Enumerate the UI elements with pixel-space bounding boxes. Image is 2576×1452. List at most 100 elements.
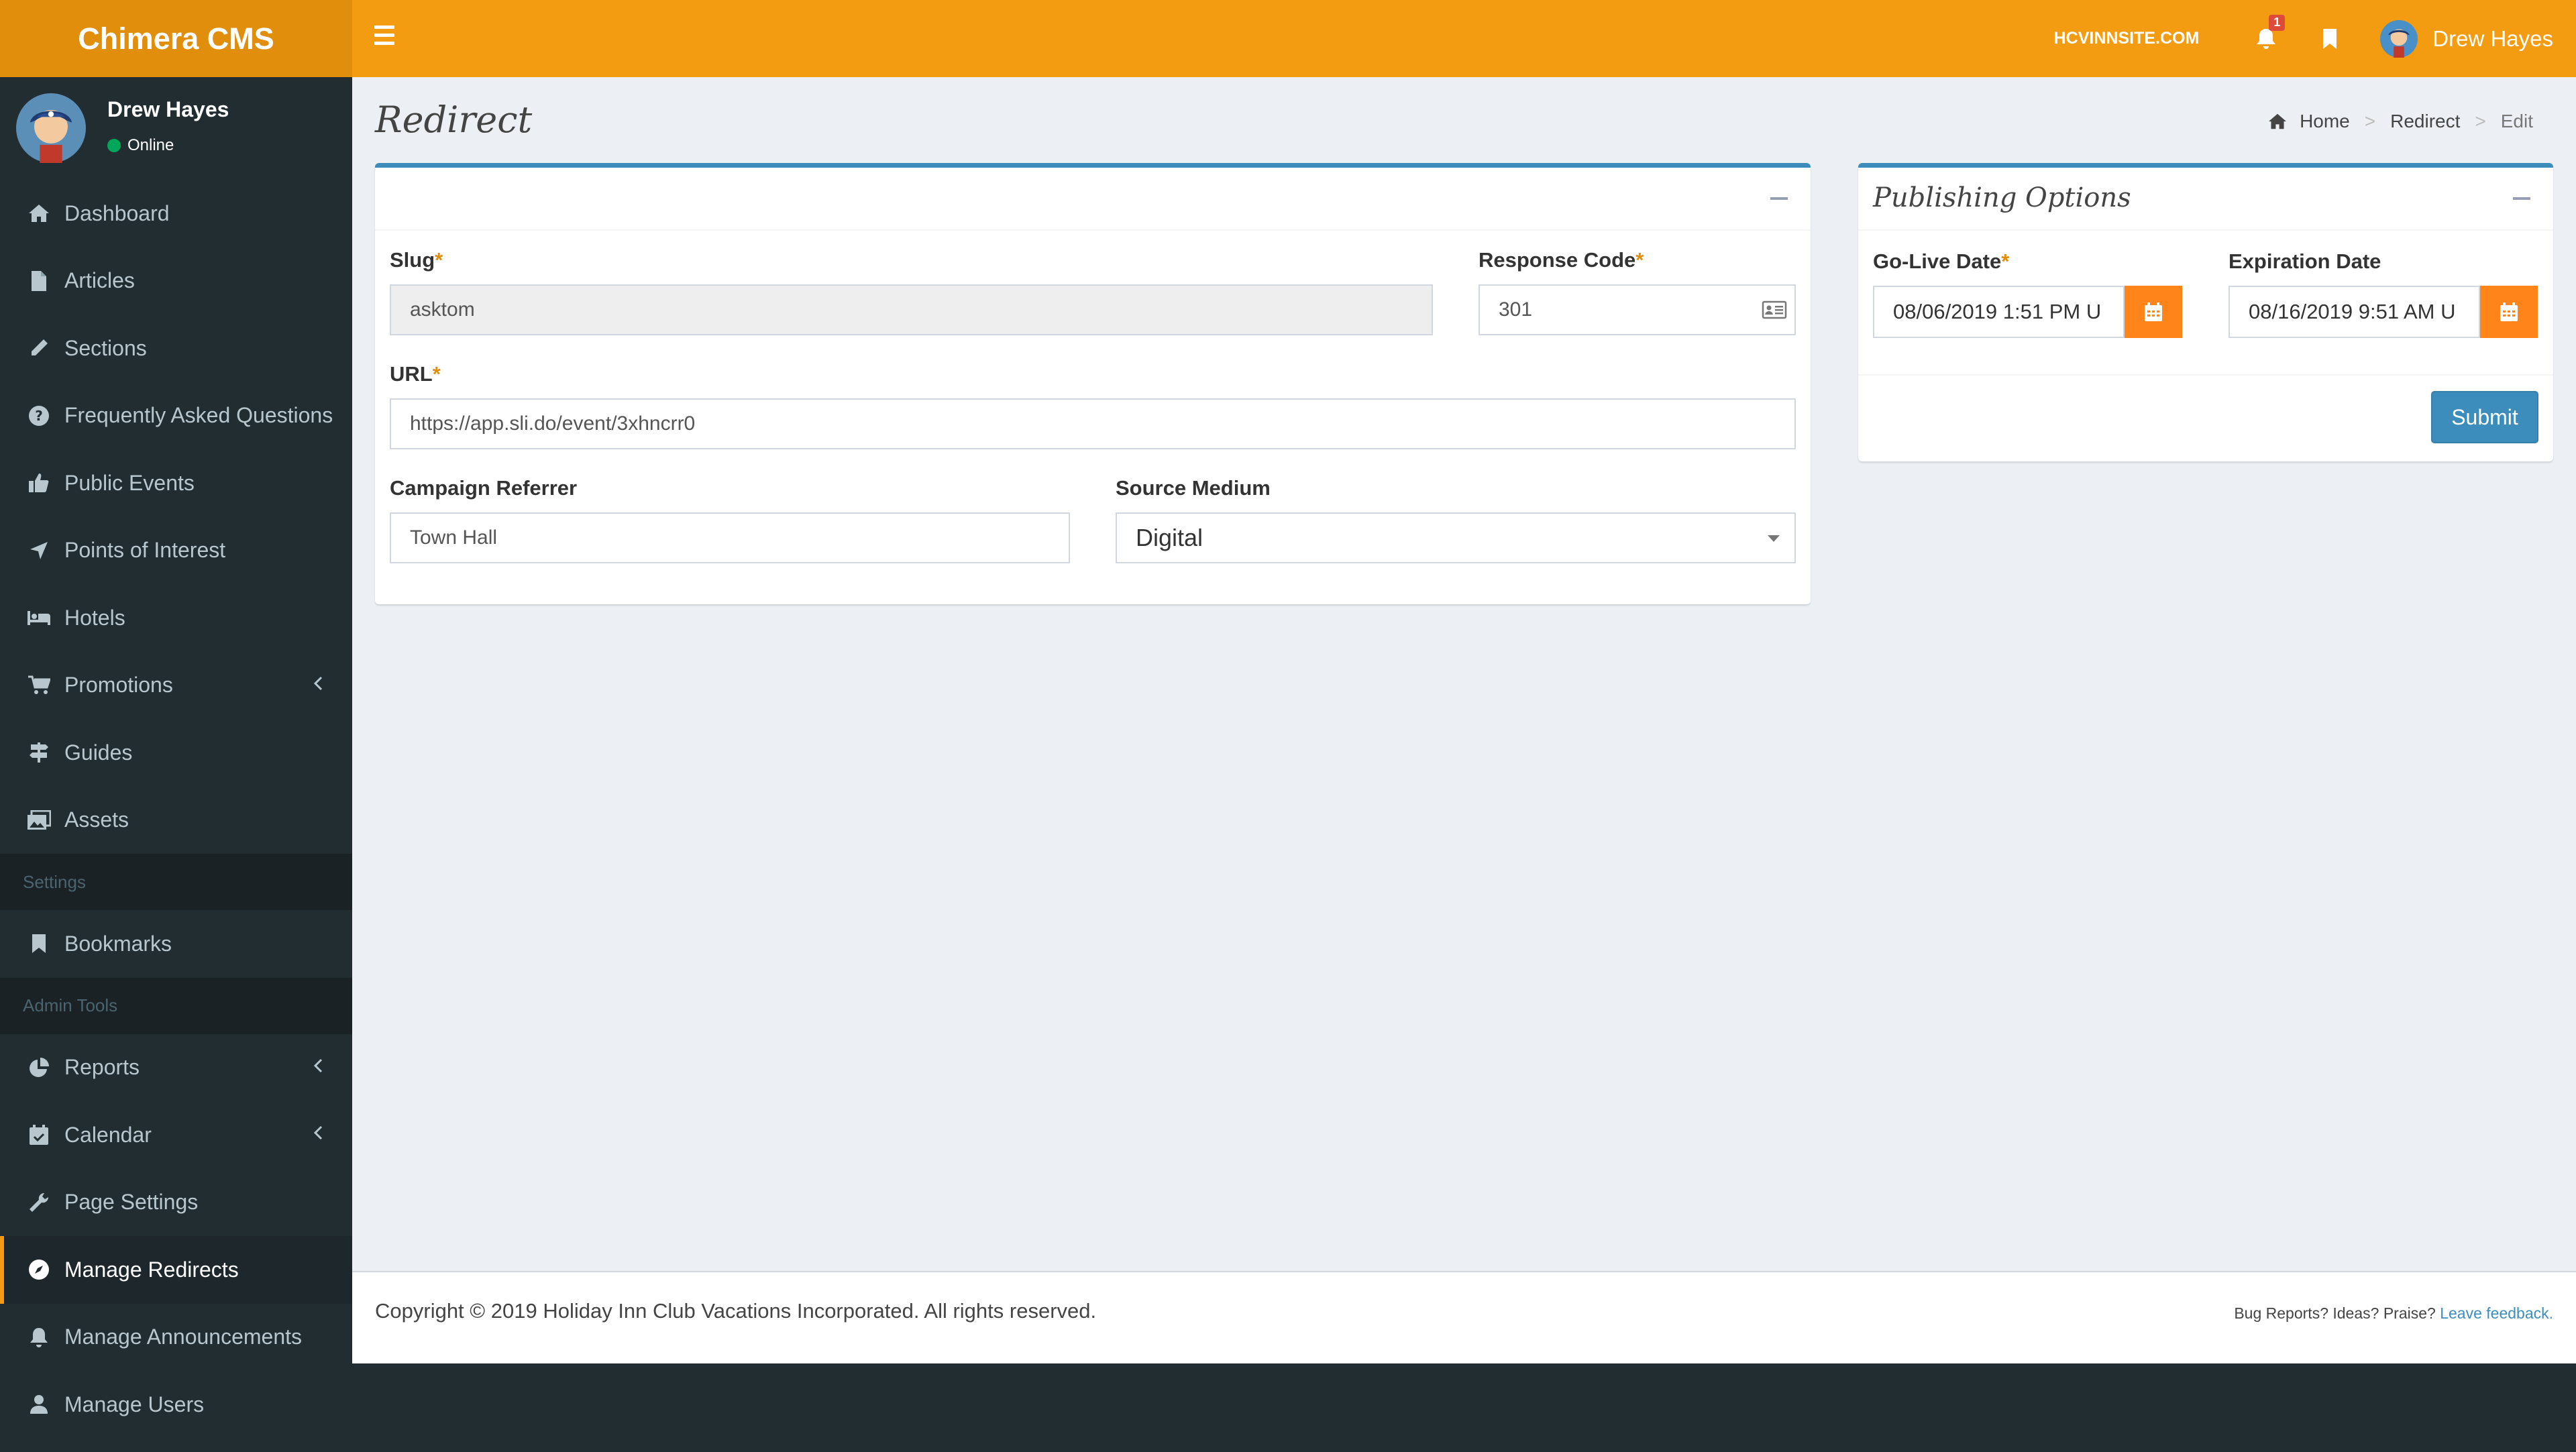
source-medium-group: Source Medium Digital (1116, 476, 1796, 563)
sidebar-item-label: Articles (64, 268, 135, 293)
campaign-referrer-input[interactable]: Town Hall (390, 512, 1070, 563)
file-icon (25, 268, 52, 294)
breadcrumb-separator: > (2364, 111, 2376, 131)
leave-feedback-link[interactable]: Leave feedback. (2440, 1304, 2553, 1322)
sidebar-item-label: Guides (64, 740, 133, 765)
golive-calendar-button[interactable] (2125, 286, 2182, 338)
sidebar-item-reports[interactable]: Reports (0, 1034, 352, 1102)
slug-label: Slug* (390, 248, 443, 272)
sidebar-toggle-icon[interactable] (374, 25, 394, 52)
publishing-box-divider (1858, 374, 2553, 376)
sidebar-user-name: Drew Hayes (107, 97, 229, 121)
sidebar: Drew Hayes Online Dashboard Articles Sec… (0, 77, 352, 1452)
golive-date-label: Go-Live Date* (1873, 249, 2010, 273)
sidebar-item-label: Promotions (64, 673, 173, 697)
sidebar-item-guides[interactable]: Guides (0, 719, 352, 787)
svg-text:?: ? (35, 408, 43, 424)
publishing-options-title: Publishing Options (1873, 182, 2131, 213)
url-input[interactable]: https://app.sli.do/event/3xhncrr0 (390, 398, 1796, 449)
brand-logo[interactable]: Chimera CMS (0, 0, 352, 77)
bookmark-icon[interactable] (2316, 25, 2343, 52)
site-selector[interactable]: HCVINNSITE.COM (2054, 29, 2200, 48)
header-user-name: Drew Hayes (2432, 25, 2553, 51)
sidebar-item-manage-users[interactable]: Manage Users (0, 1371, 352, 1439)
sidebar-item-label: Points of Interest (64, 538, 226, 563)
breadcrumb-home[interactable]: Home (2300, 111, 2350, 132)
url-label: URL* (390, 362, 441, 386)
images-icon (25, 807, 52, 834)
content-area: Redirect Home > Redirect > Edit Slug* as… (352, 77, 2576, 1271)
sidebar-item-promotions[interactable]: Promotions (0, 652, 352, 720)
expiration-date-label: Expiration Date (2229, 249, 2381, 273)
golive-date-group: Go-Live Date* 08/06/2019 1:51 PM U (1873, 249, 2182, 338)
user-menu[interactable]: Drew Hayes (2380, 19, 2553, 58)
expiration-date-input[interactable]: 08/16/2019 9:51 AM U (2229, 286, 2480, 338)
sidebar-item-label: Reports (64, 1055, 140, 1080)
sidebar-item-page-settings[interactable]: Page Settings (0, 1169, 352, 1237)
feedback-text: Bug Reports? Ideas? Praise? Leave feedba… (2234, 1304, 2553, 1323)
chevron-left-icon (313, 1125, 323, 1140)
source-medium-select[interactable]: Digital (1116, 512, 1796, 563)
response-code-input[interactable]: 301 (1479, 284, 1796, 335)
sidebar-item-sections[interactable]: Sections (0, 315, 352, 382)
sidebar-item-label: Manage Users (64, 1392, 205, 1416)
online-status-icon (107, 139, 121, 152)
sidebar-header-admin-tools: Admin Tools (0, 977, 352, 1034)
form-box-header (375, 168, 1811, 231)
compass-icon (25, 1256, 52, 1283)
bell-icon (25, 1324, 52, 1351)
breadcrumb-redirect[interactable]: Redirect (2390, 111, 2460, 132)
user-icon (25, 1391, 52, 1418)
user-panel: Drew Hayes Online (0, 77, 352, 180)
sidebar-item-label: Sections (64, 335, 147, 360)
copyright-text: Copyright © 2019 Holiday Inn Club Vacati… (375, 1299, 1097, 1323)
sidebar-item-points-of-interest[interactable]: Points of Interest (0, 517, 352, 585)
address-card-icon[interactable] (1761, 296, 1788, 323)
home-icon (25, 200, 52, 227)
campaign-referrer-label: Campaign Referrer (390, 476, 578, 500)
sidebar-item-label: Page Settings (64, 1190, 199, 1215)
breadcrumb-separator: > (2475, 111, 2486, 131)
notifications-bell-icon[interactable]: 1 (2253, 14, 2286, 52)
golive-date-input[interactable]: 08/06/2019 1:51 PM U (1873, 286, 2125, 338)
calendar-icon (2145, 302, 2162, 321)
sidebar-item-label: Public Events (64, 470, 195, 495)
breadcrumb-edit: Edit (2500, 111, 2533, 131)
sidebar-item-assets[interactable]: Assets (0, 787, 352, 854)
sidebar-item-calendar[interactable]: Calendar (0, 1101, 352, 1169)
sidebar-item-bookmarks[interactable]: Bookmarks (0, 910, 352, 978)
page-title: Redirect (375, 99, 533, 141)
user-status: Online (107, 136, 174, 155)
bookmark-icon (25, 930, 52, 957)
sidebar-item-manage-announcements[interactable]: Manage Announcements (0, 1304, 352, 1372)
submit-button[interactable]: Submit (2431, 391, 2538, 443)
breadcrumb: Home > Redirect > Edit (2267, 111, 2533, 132)
sidebar-item-faq[interactable]: ? Frequently Asked Questions (0, 382, 352, 450)
sidebar-item-public-events[interactable]: Public Events (0, 449, 352, 517)
collapse-icon[interactable] (2513, 197, 2530, 200)
location-arrow-icon (25, 537, 52, 564)
response-code-group: Response Code* 301 (1479, 248, 1796, 335)
question-icon: ? (25, 402, 52, 429)
publishing-options-box: Publishing Options Go-Live Date* 08/06/2… (1858, 163, 2553, 461)
collapse-icon[interactable] (1770, 197, 1788, 200)
wrench-icon (25, 1189, 52, 1216)
slug-input[interactable]: asktom (390, 284, 1433, 335)
sidebar-item-label: Assets (64, 807, 129, 832)
expiration-calendar-button[interactable] (2480, 286, 2538, 338)
calendar-check-icon (25, 1121, 52, 1148)
sidebar-item-label: Manage Announcements (64, 1325, 303, 1349)
sidebar-item-manage-redirects[interactable]: Manage Redirects (0, 1236, 352, 1304)
redirect-form-box: Slug* asktom Response Code* 301 URL* htt… (375, 163, 1811, 604)
publishing-box-header: Publishing Options (1858, 168, 2553, 231)
sidebar-item-hotels[interactable]: Hotels (0, 584, 352, 652)
sidebar-item-dashboard[interactable]: Dashboard (0, 180, 352, 247)
sidebar-item-articles[interactable]: Articles (0, 247, 352, 315)
page-footer: Copyright © 2019 Holiday Inn Club Vacati… (352, 1271, 2576, 1363)
user-avatar (2380, 19, 2418, 58)
sidebar-item-label: Manage Redirects (64, 1257, 239, 1282)
sidebar-item-label: Calendar (64, 1122, 152, 1147)
bed-icon (25, 604, 52, 631)
url-group: URL* https://app.sli.do/event/3xhncrr0 (390, 362, 1796, 449)
calendar-icon (2500, 302, 2518, 321)
